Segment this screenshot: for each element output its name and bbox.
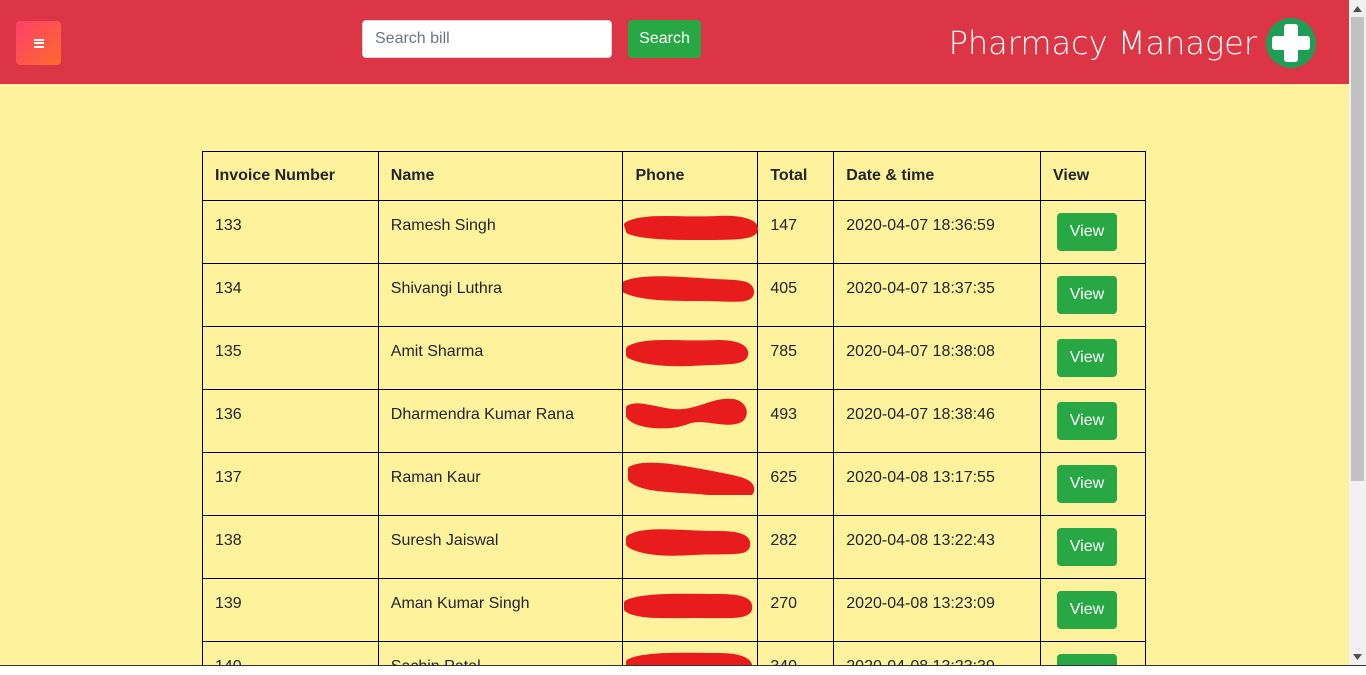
- column-header-phone: Phone: [622, 151, 759, 201]
- customer-name-cell: Dharmendra Kumar Rana: [377, 389, 624, 453]
- customer-name-cell: Sachin Patel: [377, 641, 624, 665]
- scroll-up-arrow-icon[interactable]: [1349, 0, 1366, 17]
- datetime-cell: 2020-04-07 18:37:35: [833, 263, 1041, 327]
- invoice-number-cell: 135: [202, 326, 379, 390]
- column-header-total: Total: [757, 151, 835, 201]
- view-bill-button[interactable]: View: [1056, 591, 1117, 629]
- menu-toggle-button[interactable]: [16, 21, 61, 65]
- view-cell: View: [1039, 263, 1147, 327]
- total-cell: 405: [757, 263, 835, 327]
- invoice-number-cell: 133: [202, 200, 379, 264]
- view-bill-button[interactable]: View: [1056, 276, 1117, 314]
- brand: Pharmacy Manager: [949, 17, 1317, 69]
- invoice-number-cell: 139: [202, 578, 379, 642]
- total-cell: 340: [757, 641, 835, 665]
- phone-cell: [622, 389, 759, 453]
- datetime-cell: 2020-04-08 13:23:39: [833, 641, 1041, 665]
- redaction-scribble: [623, 276, 755, 302]
- view-bill-button[interactable]: View: [1056, 339, 1117, 377]
- customer-name-cell: Amit Sharma: [377, 326, 624, 390]
- customer-name-cell: Shivangi Luthra: [377, 263, 624, 327]
- table-row: 136 Dharmendra Kumar Rana 493 2020-04-07 18…: [202, 389, 1147, 453]
- table-row: 139 Aman Kumar Singh 270 2020-04-08 13:23:0…: [202, 578, 1147, 642]
- redaction-scribble: [626, 340, 749, 367]
- phone-cell: [622, 578, 759, 642]
- view-cell: View: [1039, 389, 1147, 453]
- column-header-invoice: Invoice Number: [202, 151, 379, 201]
- customer-name-cell: Raman Kaur: [377, 452, 624, 516]
- view-cell: View: [1039, 326, 1147, 390]
- search-bill-input[interactable]: [362, 20, 612, 58]
- view-bill-button[interactable]: View: [1056, 213, 1117, 251]
- redaction-scribble: [626, 652, 753, 665]
- medical-cross-icon: [1266, 18, 1316, 68]
- invoice-number-cell: 136: [202, 389, 379, 453]
- bills-table: Invoice Number Name Phone Total Date & t…: [202, 151, 1147, 665]
- redaction-scribble: [628, 462, 755, 495]
- customer-name-cell: Ramesh Singh: [377, 200, 624, 264]
- table-row: 133 Ramesh Singh 147 2020-04-07 18:36:59 Vie…: [202, 200, 1147, 264]
- phone-cell: [622, 515, 759, 579]
- invoice-number-cell: 138: [202, 515, 379, 579]
- total-cell: 147: [757, 200, 835, 264]
- table-row: 135 Amit Sharma 785 2020-04-07 18:38:08 View: [202, 326, 1147, 390]
- table-row: 138 Suresh Jaiswal 282 2020-04-08 13:22:43 V…: [202, 515, 1147, 579]
- table-row: 134 Shivangi Luthra 405 2020-04-07 18:37:35…: [202, 263, 1147, 327]
- view-cell: View: [1039, 200, 1147, 264]
- search-button[interactable]: Search: [628, 20, 701, 58]
- hamburger-icon: [33, 38, 44, 48]
- view-cell: View: [1039, 641, 1147, 665]
- view-cell: View: [1039, 515, 1147, 579]
- column-header-name: Name: [377, 151, 624, 201]
- datetime-cell: 2020-04-07 18:38:08: [833, 326, 1041, 390]
- redaction-scribble: [626, 529, 751, 556]
- redaction-scribble: [624, 593, 753, 619]
- scrollbar-thumb[interactable]: [1351, 17, 1364, 481]
- page-viewport: Search Pharmacy Manager Invoice Number N…: [0, 0, 1349, 665]
- top-navbar: Search Pharmacy Manager: [0, 0, 1349, 84]
- bottom-edge: [0, 665, 1366, 675]
- total-cell: 785: [757, 326, 835, 390]
- total-cell: 282: [757, 515, 835, 579]
- brand-title: Pharmacy Manager: [948, 24, 1257, 62]
- table-row: 137 Raman Kaur 625 2020-04-08 13:17:55 View: [202, 452, 1147, 516]
- customer-name-cell: Aman Kumar Singh: [377, 578, 624, 642]
- view-bill-button[interactable]: View: [1056, 654, 1117, 665]
- table-header-row: Invoice Number Name Phone Total Date & t…: [202, 151, 1147, 201]
- datetime-cell: 2020-04-08 13:17:55: [833, 452, 1041, 516]
- scroll-down-arrow-icon[interactable]: [1349, 648, 1366, 665]
- total-cell: 625: [757, 452, 835, 516]
- table-row: 140Sachin Patel 3402020-04-08 13:23:39 Vie…: [202, 641, 1147, 665]
- phone-cell: [622, 452, 759, 516]
- view-bill-button[interactable]: View: [1056, 402, 1117, 440]
- total-cell: 270: [757, 578, 835, 642]
- total-cell: 493: [757, 389, 835, 453]
- column-header-view: View: [1039, 151, 1147, 201]
- redaction-scribble: [626, 398, 748, 429]
- datetime-cell: 2020-04-08 13:22:43: [833, 515, 1041, 579]
- view-cell: View: [1039, 452, 1147, 516]
- redaction-scribble: [624, 215, 759, 240]
- vertical-scrollbar[interactable]: [1349, 0, 1366, 665]
- phone-cell: [622, 641, 759, 665]
- datetime-cell: 2020-04-07 18:36:59: [833, 200, 1041, 264]
- invoice-number-cell: 137: [202, 452, 379, 516]
- phone-cell: [622, 326, 759, 390]
- invoice-number-cell: 134: [202, 263, 379, 327]
- customer-name-cell: Suresh Jaiswal: [377, 515, 624, 579]
- phone-cell: [622, 263, 759, 327]
- datetime-cell: 2020-04-08 13:23:09: [833, 578, 1041, 642]
- phone-cell: [622, 200, 759, 264]
- view-cell: View: [1039, 578, 1147, 642]
- view-bill-button[interactable]: View: [1056, 465, 1117, 503]
- invoice-number-cell: 140: [202, 641, 379, 665]
- view-bill-button[interactable]: View: [1056, 528, 1117, 566]
- column-header-datetime: Date & time: [833, 151, 1041, 201]
- datetime-cell: 2020-04-07 18:38:46: [833, 389, 1041, 453]
- bills-table-container: Invoice Number Name Phone Total Date & t…: [202, 151, 1147, 665]
